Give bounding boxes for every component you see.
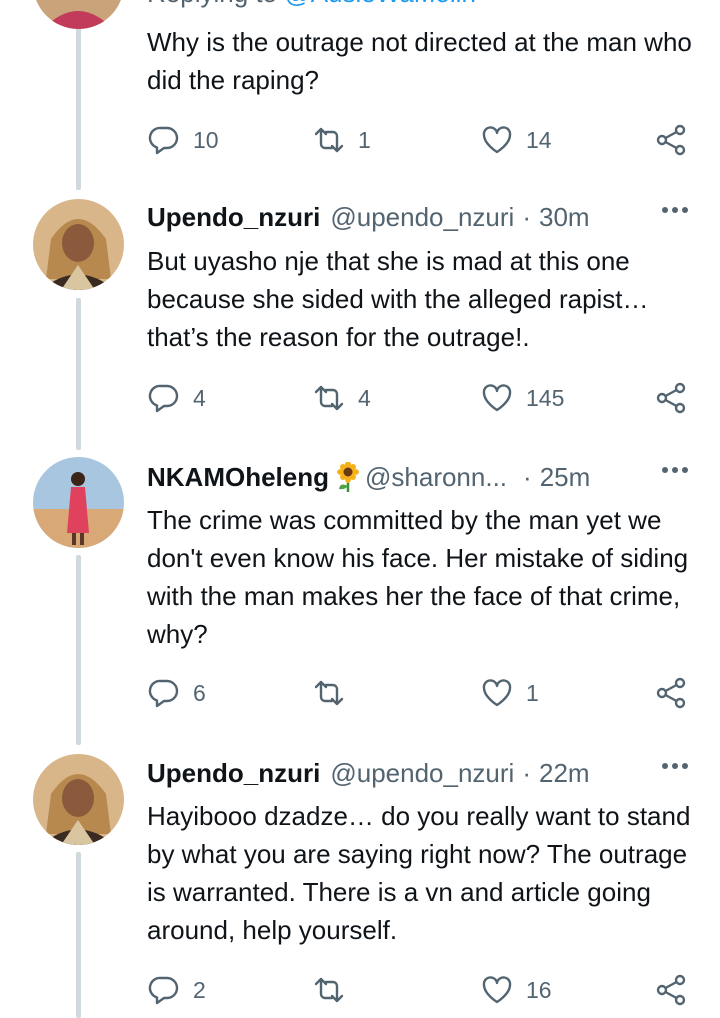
reply-count: 10 (193, 126, 219, 153)
retweet-button[interactable] (312, 673, 358, 713)
avatar[interactable] (33, 457, 124, 548)
user-handle[interactable]: @upendo_nzuri (330, 758, 514, 789)
thread-line (76, 555, 81, 745)
retweet-icon (314, 680, 344, 706)
heart-icon (482, 976, 512, 1004)
reply-button[interactable]: 6 (147, 673, 206, 713)
reply-icon (148, 384, 179, 413)
separator-dot: · (522, 201, 531, 232)
share-icon (656, 974, 686, 1006)
timestamp[interactable]: 25m (540, 462, 591, 493)
reply-icon (148, 126, 179, 155)
retweet-count: 4 (358, 384, 371, 411)
reply-button[interactable]: 10 (147, 120, 219, 160)
timestamp[interactable]: 30m (539, 202, 590, 233)
avatar[interactable] (33, 199, 124, 290)
retweet-icon (314, 127, 344, 153)
thread-line (76, 298, 81, 450)
like-button[interactable]: 145 (480, 378, 564, 418)
heart-icon (482, 679, 512, 707)
timestamp[interactable]: 22m (539, 758, 590, 789)
like-count: 14 (526, 126, 552, 153)
share-icon (656, 382, 686, 414)
like-count: 1 (526, 679, 539, 706)
avatar[interactable] (33, 0, 124, 29)
like-count: 16 (526, 976, 552, 1003)
like-button[interactable]: 16 (480, 970, 552, 1010)
more-options-icon[interactable] (662, 763, 688, 769)
tweet-header: Upendo_nzuri @upendo_nzuri · 30m (147, 199, 590, 235)
share-button[interactable] (654, 673, 688, 713)
more-options-icon[interactable] (662, 467, 688, 473)
reply-button[interactable]: 2 (147, 970, 206, 1010)
like-button[interactable]: 14 (480, 120, 552, 160)
share-icon (656, 677, 686, 709)
tweet-actions: 10 1 14 (0, 120, 720, 160)
user-handle[interactable]: @sharonn... (365, 462, 507, 493)
share-button[interactable] (654, 120, 688, 160)
tweet-text: But uyasho nje that she is mad at this o… (147, 246, 649, 352)
retweet-icon (314, 977, 344, 1003)
reply-icon (148, 679, 179, 708)
tweet-actions: 4 4 145 (0, 378, 720, 418)
tweet-text: Why is the outrage not directed at the m… (147, 27, 692, 95)
reply-button[interactable]: 4 (147, 378, 206, 418)
tweet-text: Hayibooo dzadze… do you really want to s… (147, 801, 691, 945)
retweet-count: 1 (358, 126, 371, 153)
tweet-actions: 6 1 (0, 673, 720, 713)
sunflower-icon (335, 462, 361, 492)
like-count: 145 (526, 384, 565, 411)
reply-count: 2 (193, 976, 206, 1003)
separator-dot: · (522, 757, 531, 788)
separator-dot: · (523, 461, 532, 492)
display-name[interactable]: Upendo_nzuri (147, 202, 320, 233)
user-handle[interactable]: @upendo_nzuri (330, 202, 514, 233)
heart-icon (482, 126, 512, 154)
heart-icon (482, 384, 512, 412)
tweet-header: Upendo_nzuri @upendo_nzuri · 22m (147, 755, 590, 791)
like-button[interactable]: 1 (480, 673, 539, 713)
tweet-header: NKAMOheleng @sharonn... · 25m (147, 459, 590, 495)
share-button[interactable] (654, 970, 688, 1010)
retweet-button[interactable] (312, 970, 358, 1010)
retweet-button[interactable]: 1 (312, 120, 371, 160)
mention-link[interactable]: @AusieWaMolin (284, 0, 476, 8)
display-name[interactable]: Upendo_nzuri (147, 758, 320, 789)
display-name[interactable]: NKAMOheleng (147, 462, 329, 493)
tweet-actions: 2 16 (0, 970, 720, 1010)
share-button[interactable] (654, 378, 688, 418)
avatar[interactable] (33, 754, 124, 845)
reply-count: 4 (193, 384, 206, 411)
retweet-button[interactable]: 4 (312, 378, 371, 418)
reply-count: 6 (193, 679, 206, 706)
reply-context: Replying to @AusieWaMolin (147, 0, 476, 9)
share-icon (656, 124, 686, 156)
more-options-icon[interactable] (662, 207, 688, 213)
tweet-text: The crime was committed by the man yet w… (147, 505, 689, 649)
reply-icon (148, 976, 179, 1005)
retweet-icon (314, 385, 344, 411)
